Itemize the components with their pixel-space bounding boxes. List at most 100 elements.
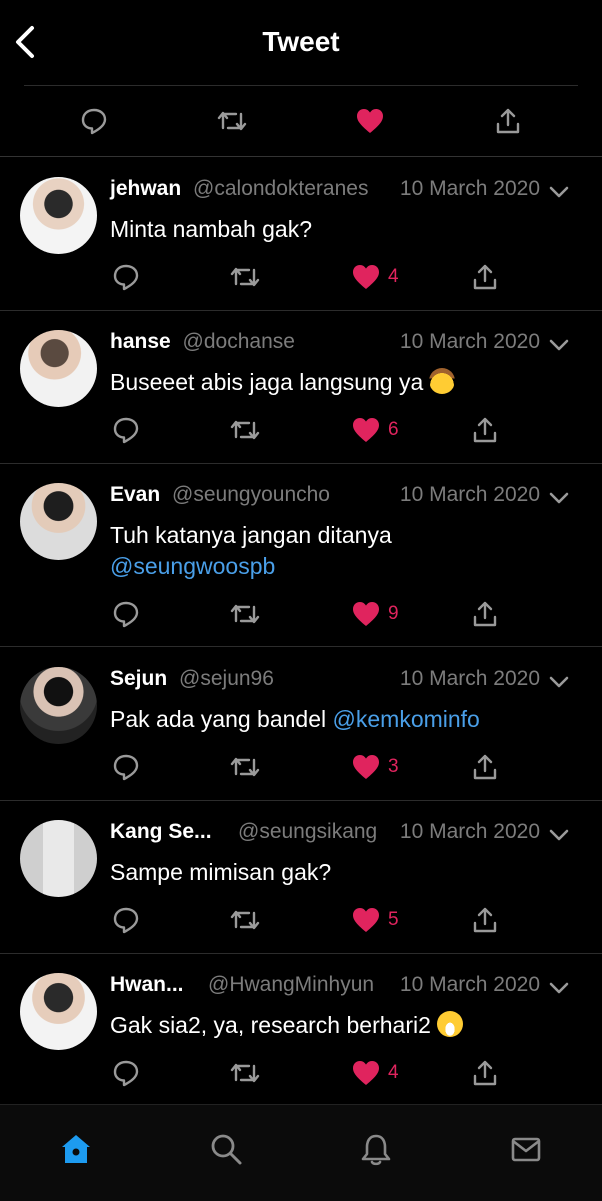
author-name[interactable]: Hwan... [110, 973, 184, 996]
author-name[interactable]: Kang Se... [110, 820, 212, 843]
retweet-icon [230, 910, 260, 930]
tweet-actions: 4 [0, 1058, 602, 1088]
chevron-down-icon[interactable] [548, 671, 570, 693]
reply-tweet[interactable]: hanse @dochanse 10 March 2020 Buseeet ab… [0, 310, 602, 464]
retweet-button[interactable] [230, 905, 260, 935]
retweet-button[interactable] [230, 415, 260, 445]
reply-icon [113, 417, 139, 444]
reply-tweet[interactable]: Sejun @sejun96 10 March 2020 Pak ada yan… [0, 647, 602, 801]
tab-notifications[interactable] [356, 1129, 396, 1169]
share-button[interactable] [470, 752, 500, 782]
mention-link[interactable]: @seungwoospb [110, 553, 275, 579]
cowboy-face-emoji [429, 368, 456, 394]
like-icon-filled [353, 265, 379, 289]
like-count: 3 [388, 756, 399, 777]
author-handle[interactable]: @calondokteranes [193, 177, 368, 200]
like-button[interactable] [351, 1058, 381, 1088]
like-button[interactable] [351, 905, 381, 935]
chevron-down-icon[interactable] [548, 487, 570, 509]
chevron-down-icon[interactable] [548, 334, 570, 356]
avatar[interactable] [20, 820, 97, 897]
reply-icon [81, 108, 107, 135]
author-handle[interactable]: @seungyouncho [172, 483, 330, 506]
share-icon [473, 264, 497, 290]
tweet-text: Gak sia2, ya, research berhari2 [110, 1010, 570, 1041]
bottom-tab-bar [0, 1104, 602, 1201]
tweet-text-content: Tuh katanya jangan ditanya [110, 522, 392, 548]
tweet-text-content: Minta nambah gak? [110, 216, 313, 242]
tab-home[interactable] [56, 1129, 96, 1169]
tweet-text-content: Pak ada yang bandel [110, 706, 327, 732]
reply-tweet[interactable]: Kang Se... @seungsikang 10 March 2020 Sa… [0, 800, 602, 954]
like-count: 4 [388, 266, 399, 287]
retweet-button[interactable] [230, 1058, 260, 1088]
tweet-date: 10 March 2020 [399, 667, 540, 690]
reply-icon [113, 907, 139, 934]
like-button[interactable] [351, 599, 381, 629]
retweet-icon [230, 757, 260, 777]
chevron-down-icon[interactable] [548, 824, 570, 846]
reply-button[interactable] [111, 905, 141, 935]
author-name[interactable]: Sejun [110, 667, 167, 690]
share-icon [473, 601, 497, 627]
like-button[interactable] [351, 752, 381, 782]
retweet-icon [230, 604, 260, 624]
search-icon [211, 1134, 242, 1165]
reply-button[interactable] [111, 415, 141, 445]
reply-tweet[interactable]: Hwan... @HwangMinhyun 10 March 2020 Gak … [0, 953, 602, 1104]
reply-tweet[interactable]: Evan @seungyouncho 10 March 2020 Tuh kat… [0, 463, 602, 647]
tweet-text-content: Sampe mimisan gak? [110, 859, 332, 885]
share-button[interactable] [470, 599, 500, 629]
reply-button[interactable] [111, 262, 141, 292]
chevron-down-icon[interactable] [548, 181, 570, 203]
share-button[interactable] [493, 106, 523, 136]
like-button[interactable] [351, 262, 381, 292]
retweet-button[interactable] [230, 262, 260, 292]
avatar[interactable] [20, 177, 97, 254]
share-button[interactable] [470, 415, 500, 445]
reply-icon [113, 1060, 139, 1087]
tab-search[interactable] [206, 1129, 246, 1169]
grinning-face-emoji [436, 1011, 463, 1037]
reply-button[interactable] [111, 1058, 141, 1088]
author-name[interactable]: jehwan [110, 177, 181, 200]
author-handle[interactable]: @dochanse [183, 330, 295, 353]
author-name[interactable]: Evan [110, 483, 160, 506]
retweet-button[interactable] [217, 106, 247, 136]
tweet-meta: jehwan @calondokteranes 10 March 2020 [110, 177, 590, 205]
author-handle[interactable]: @sejun96 [179, 667, 274, 690]
tweet-meta: Kang Se... @seungsikang 10 March 2020 [110, 820, 590, 848]
share-icon [496, 108, 520, 134]
share-button[interactable] [470, 1058, 500, 1088]
tweet-meta: Sejun @sejun96 10 March 2020 [110, 667, 590, 695]
like-button[interactable] [351, 415, 381, 445]
tweet-text-content: Buseeet abis jaga langsung ya [110, 369, 424, 395]
share-button[interactable] [470, 905, 500, 935]
tweet-text: Buseeet abis jaga langsung ya [110, 367, 570, 398]
author-handle[interactable]: @HwangMinhyun [208, 973, 374, 997]
author-handle[interactable]: @seungsikang [238, 820, 377, 844]
avatar[interactable] [20, 667, 97, 744]
avatar[interactable] [20, 483, 97, 560]
tweet-date: 10 March 2020 [399, 330, 540, 353]
mention-link[interactable]: @kemkominfo [333, 706, 480, 732]
avatar[interactable] [20, 330, 97, 407]
like-button[interactable] [355, 106, 385, 136]
retweet-button[interactable] [230, 599, 260, 629]
chevron-down-icon[interactable] [548, 977, 570, 999]
avatar[interactable] [20, 973, 97, 1050]
reply-button[interactable] [79, 106, 109, 136]
reply-tweet[interactable]: jehwan @calondokteranes 10 March 2020 Mi… [0, 157, 602, 311]
retweet-icon [230, 267, 260, 287]
tweet-date: 10 March 2020 [399, 483, 540, 506]
author-name[interactable]: hanse [110, 330, 171, 353]
retweet-button[interactable] [230, 752, 260, 782]
tweet-actions: 4 [0, 262, 602, 292]
reply-button[interactable] [111, 599, 141, 629]
tab-messages[interactable] [506, 1129, 546, 1169]
reply-icon [113, 264, 139, 291]
like-count: 6 [388, 419, 399, 440]
share-button[interactable] [470, 262, 500, 292]
like-icon-filled [353, 602, 379, 626]
reply-button[interactable] [111, 752, 141, 782]
